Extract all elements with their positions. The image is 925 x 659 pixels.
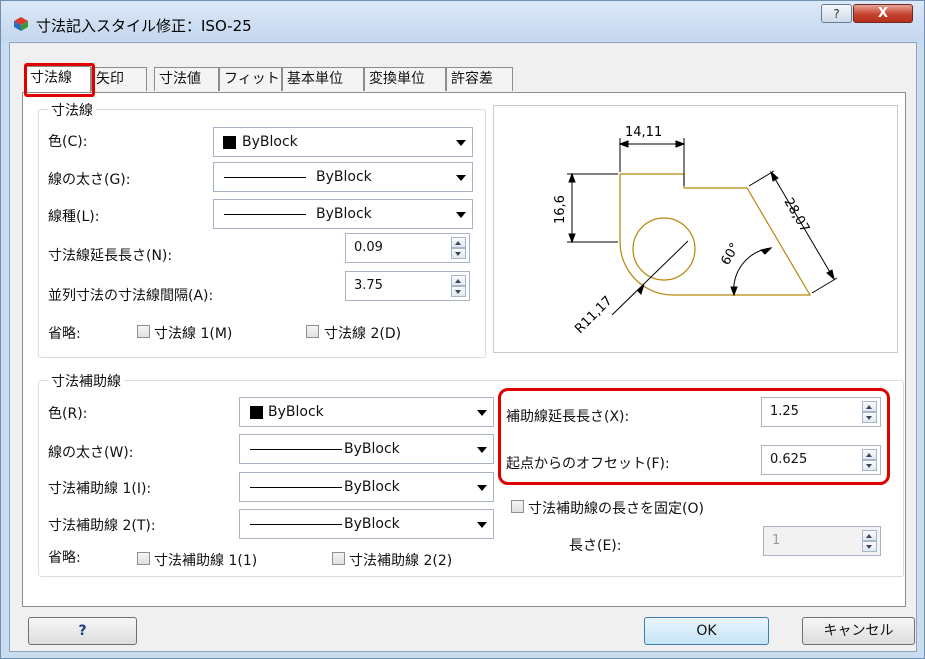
ext-suppress2-label: 寸法補助線 2(2): [349, 553, 453, 569]
line-sample: [250, 449, 342, 450]
app-icon: [14, 17, 28, 31]
ext-settings-highlight-box: [498, 388, 890, 485]
window-title: 寸法記入スタイル修正：ISO-25: [36, 17, 252, 35]
ext2-linetype-select[interactable]: ByBlock: [239, 509, 494, 539]
spin-up-icon[interactable]: [451, 237, 466, 248]
color-swatch: [250, 406, 263, 419]
title-bar: 寸法記入スタイル修正：ISO-25 ? X: [1, 1, 924, 41]
spin-down-icon[interactable]: [451, 286, 466, 297]
chevron-down-icon: [477, 485, 487, 491]
ext-suppress1-checkbox[interactable]: [137, 552, 150, 565]
dim-suppress1-label: 寸法線 1(M): [154, 326, 233, 342]
ok-button[interactable]: OK: [644, 617, 769, 645]
line-sample: [250, 487, 342, 488]
tab-fit[interactable]: フィット: [219, 67, 282, 91]
tab-highlight-box: [24, 63, 95, 97]
dim-suppress1-checkbox[interactable]: [137, 325, 150, 338]
ext-color-label: 色(R):: [48, 406, 88, 422]
ext-suppress1-label: 寸法補助線 1(1): [154, 553, 258, 569]
dim-baseline-spinner[interactable]: 3.75: [345, 271, 470, 301]
spin-up-icon[interactable]: [862, 530, 877, 541]
dimension-preview-drawing: 14,11 16,6 28,07 60° R11,17: [553, 125, 838, 337]
tab-text[interactable]: 寸法値: [154, 67, 219, 91]
dim-extend-value: 0.09: [354, 240, 383, 255]
help-button[interactable]: ?: [28, 617, 137, 645]
title-help-button[interactable]: ?: [821, 4, 852, 23]
ext-color-select[interactable]: ByBlock: [239, 397, 494, 427]
dim-linetype-value: ByBlock: [316, 206, 372, 222]
dim-baseline-value: 3.75: [354, 278, 383, 293]
dim-linetype-select[interactable]: ByBlock: [213, 199, 473, 229]
preview-dim-radius: R11,17: [572, 294, 615, 337]
preview-pane: 14,11 16,6 28,07 60° R11,17: [493, 105, 898, 353]
dim-baseline-label: 並列寸法の寸法線間隔(A):: [48, 288, 214, 304]
line-sample: [224, 214, 306, 215]
close-button[interactable]: X: [853, 4, 913, 23]
dim-suppress-label: 省略:: [48, 326, 81, 342]
dim-linetype-label: 線種(L):: [48, 209, 100, 225]
dim-color-select[interactable]: ByBlock: [213, 127, 473, 157]
ext2-value: ByBlock: [344, 516, 400, 532]
tab-arrows[interactable]: 矢印: [91, 67, 147, 91]
preview-geometry: [619, 173, 812, 296]
dim-lineweight-value: ByBlock: [316, 169, 372, 185]
dim-lineweight-select[interactable]: ByBlock: [213, 162, 473, 192]
dim-lines-group-title: 寸法線: [48, 100, 96, 120]
length-label: 長さ(E):: [569, 538, 622, 554]
preview-dim-top: 14,11: [625, 125, 662, 140]
line-sample: [250, 524, 342, 525]
chevron-down-icon: [477, 522, 487, 528]
spin-down-icon[interactable]: [862, 541, 877, 552]
length-spinner[interactable]: 1: [763, 526, 881, 556]
ext1-linetype-select[interactable]: ByBlock: [239, 472, 494, 502]
dim-color-label: 色(C):: [48, 134, 88, 150]
ext-suppress-label: 省略:: [48, 550, 81, 566]
line-sample: [224, 177, 306, 178]
ext-lineweight-value: ByBlock: [344, 441, 400, 457]
ext-lines-group-title: 寸法補助線: [48, 371, 124, 391]
chevron-down-icon: [456, 175, 466, 181]
chevron-down-icon: [477, 410, 487, 416]
fixed-length-label: 寸法補助線の長さを固定(O): [528, 501, 704, 517]
preview-dim-slant: 28,07: [781, 196, 813, 236]
tab-tolerances[interactable]: 許容差: [446, 67, 513, 91]
chevron-down-icon: [456, 212, 466, 218]
chevron-down-icon: [477, 447, 487, 453]
length-value: 1: [772, 533, 781, 548]
dim-suppress2-label: 寸法線 2(D): [324, 326, 402, 342]
dim-color-value: ByBlock: [242, 134, 298, 150]
dim-extend-spinner[interactable]: 0.09: [345, 233, 470, 263]
chevron-down-icon: [456, 140, 466, 146]
cancel-button[interactable]: キャンセル: [802, 617, 915, 645]
tab-primary-units[interactable]: 基本単位: [282, 67, 364, 91]
preview-dim-left: 16,6: [553, 195, 568, 224]
ext-lineweight-label: 線の太さ(W):: [48, 445, 134, 461]
ext1-label: 寸法補助線 1(I):: [48, 481, 152, 497]
ext2-label: 寸法補助線 2(T):: [48, 518, 156, 534]
spin-down-icon[interactable]: [451, 248, 466, 259]
color-swatch: [223, 136, 236, 149]
preview-dim-angle: 60°: [718, 241, 743, 268]
ext1-value: ByBlock: [344, 479, 400, 495]
dialog-window: 寸法記入スタイル修正：ISO-25 ? X 寸法線 矢印 寸法値 フィット 基本…: [0, 0, 925, 659]
dim-suppress2-checkbox[interactable]: [306, 325, 319, 338]
tab-alternate-units[interactable]: 変換単位: [364, 67, 446, 91]
ext-color-value: ByBlock: [268, 404, 324, 420]
ext-suppress2-checkbox[interactable]: [332, 552, 345, 565]
dim-extend-label: 寸法線延長長さ(N):: [48, 248, 173, 264]
fixed-length-checkbox[interactable]: [511, 500, 524, 513]
spin-up-icon[interactable]: [451, 275, 466, 286]
dim-lineweight-label: 線の太さ(G):: [48, 172, 131, 188]
ext-lineweight-select[interactable]: ByBlock: [239, 434, 494, 464]
